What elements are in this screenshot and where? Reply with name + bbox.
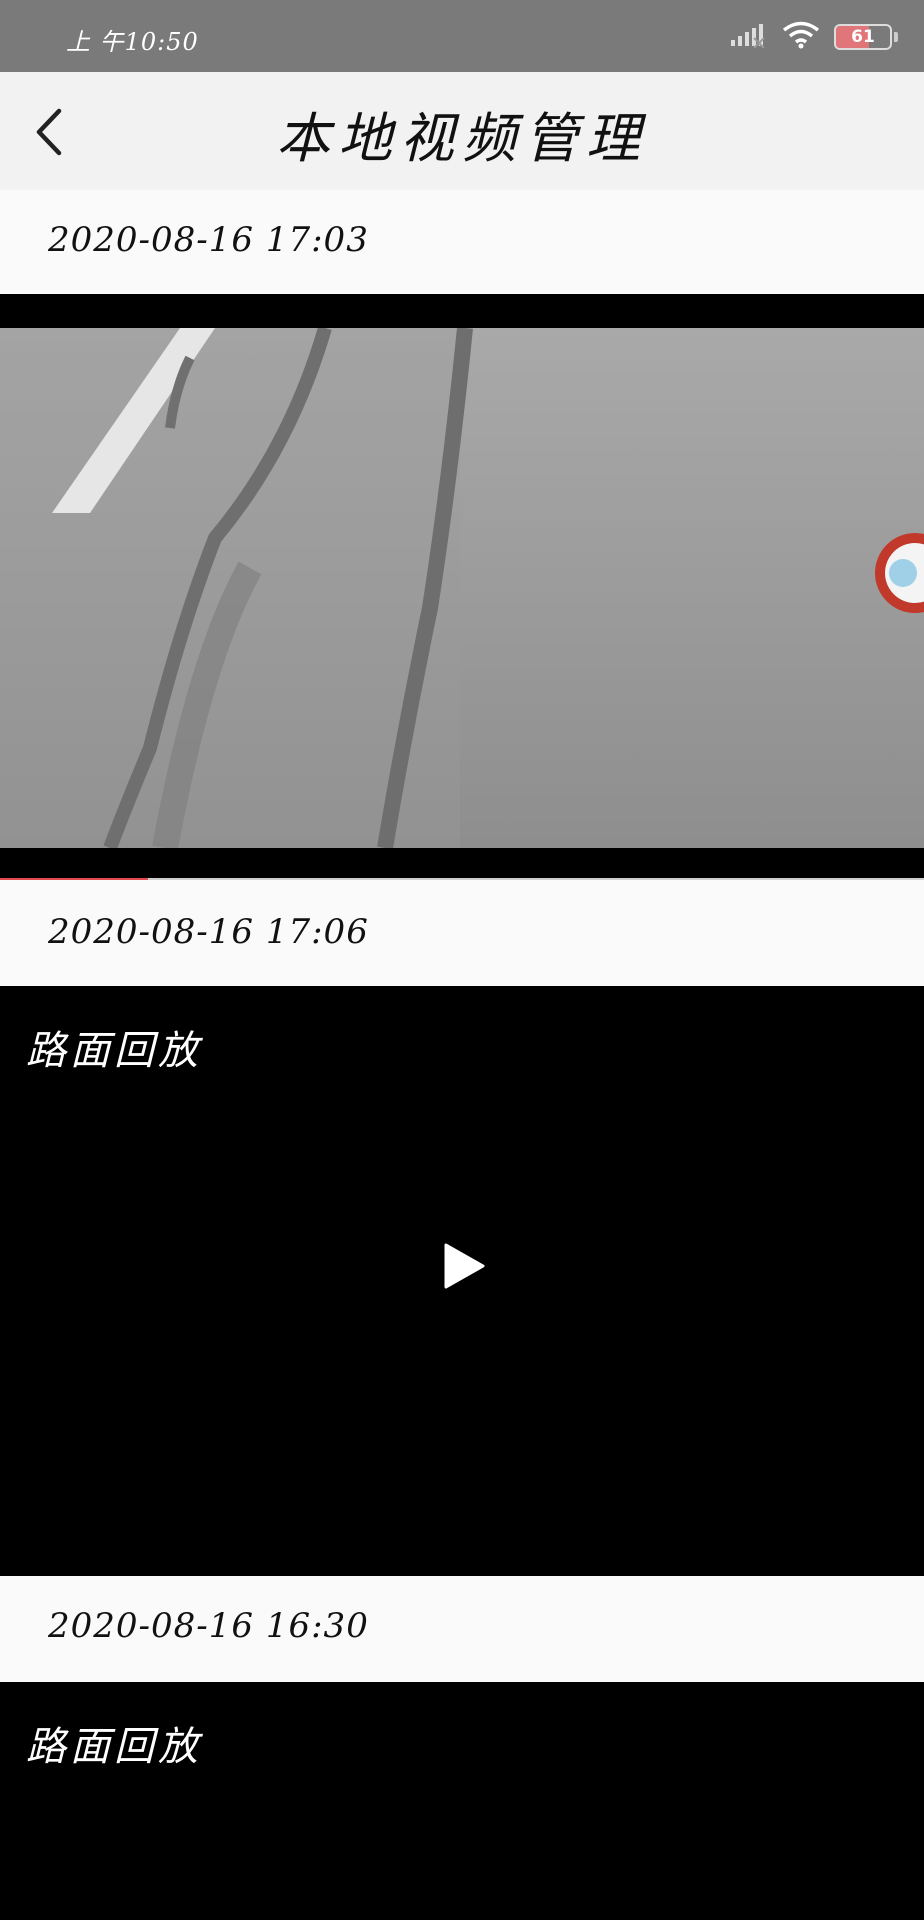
battery-cap [894,32,898,42]
video-player[interactable]: 路面回放 [0,986,924,1576]
signal-icon [730,22,768,52]
road-video-frame [0,328,924,848]
status-icons: 61 [730,21,898,53]
video-date-row: 2020-08-16 17:03 [0,190,924,294]
video-caption: 路面回放 [26,1724,202,1770]
video-date: 2020-08-16 17:03 [48,220,369,260]
status-time: 上 午10:50 [66,28,199,56]
video-date: 2020-08-16 16:30 [48,1606,369,1646]
video-player[interactable] [0,294,924,880]
video-caption: 路面回放 [26,1028,202,1074]
video-player[interactable]: 路面回放 [0,1682,924,1920]
battery-level: 61 [851,27,875,47]
page-title: 本地视频管理 [276,107,648,170]
video-date-row: 2020-08-16 16:30 [0,1576,924,1682]
video-date: 2020-08-16 17:06 [48,912,369,952]
status-bar: 上 午10:50 61 [0,0,924,72]
battery-indicator: 61 [834,24,892,50]
play-icon[interactable] [442,1242,486,1290]
battery-icon: 61 [834,24,898,50]
video-date-row: 2020-08-16 17:06 [0,880,924,986]
wifi-icon [782,21,820,53]
app-header: 本地视频管理 [0,72,924,190]
